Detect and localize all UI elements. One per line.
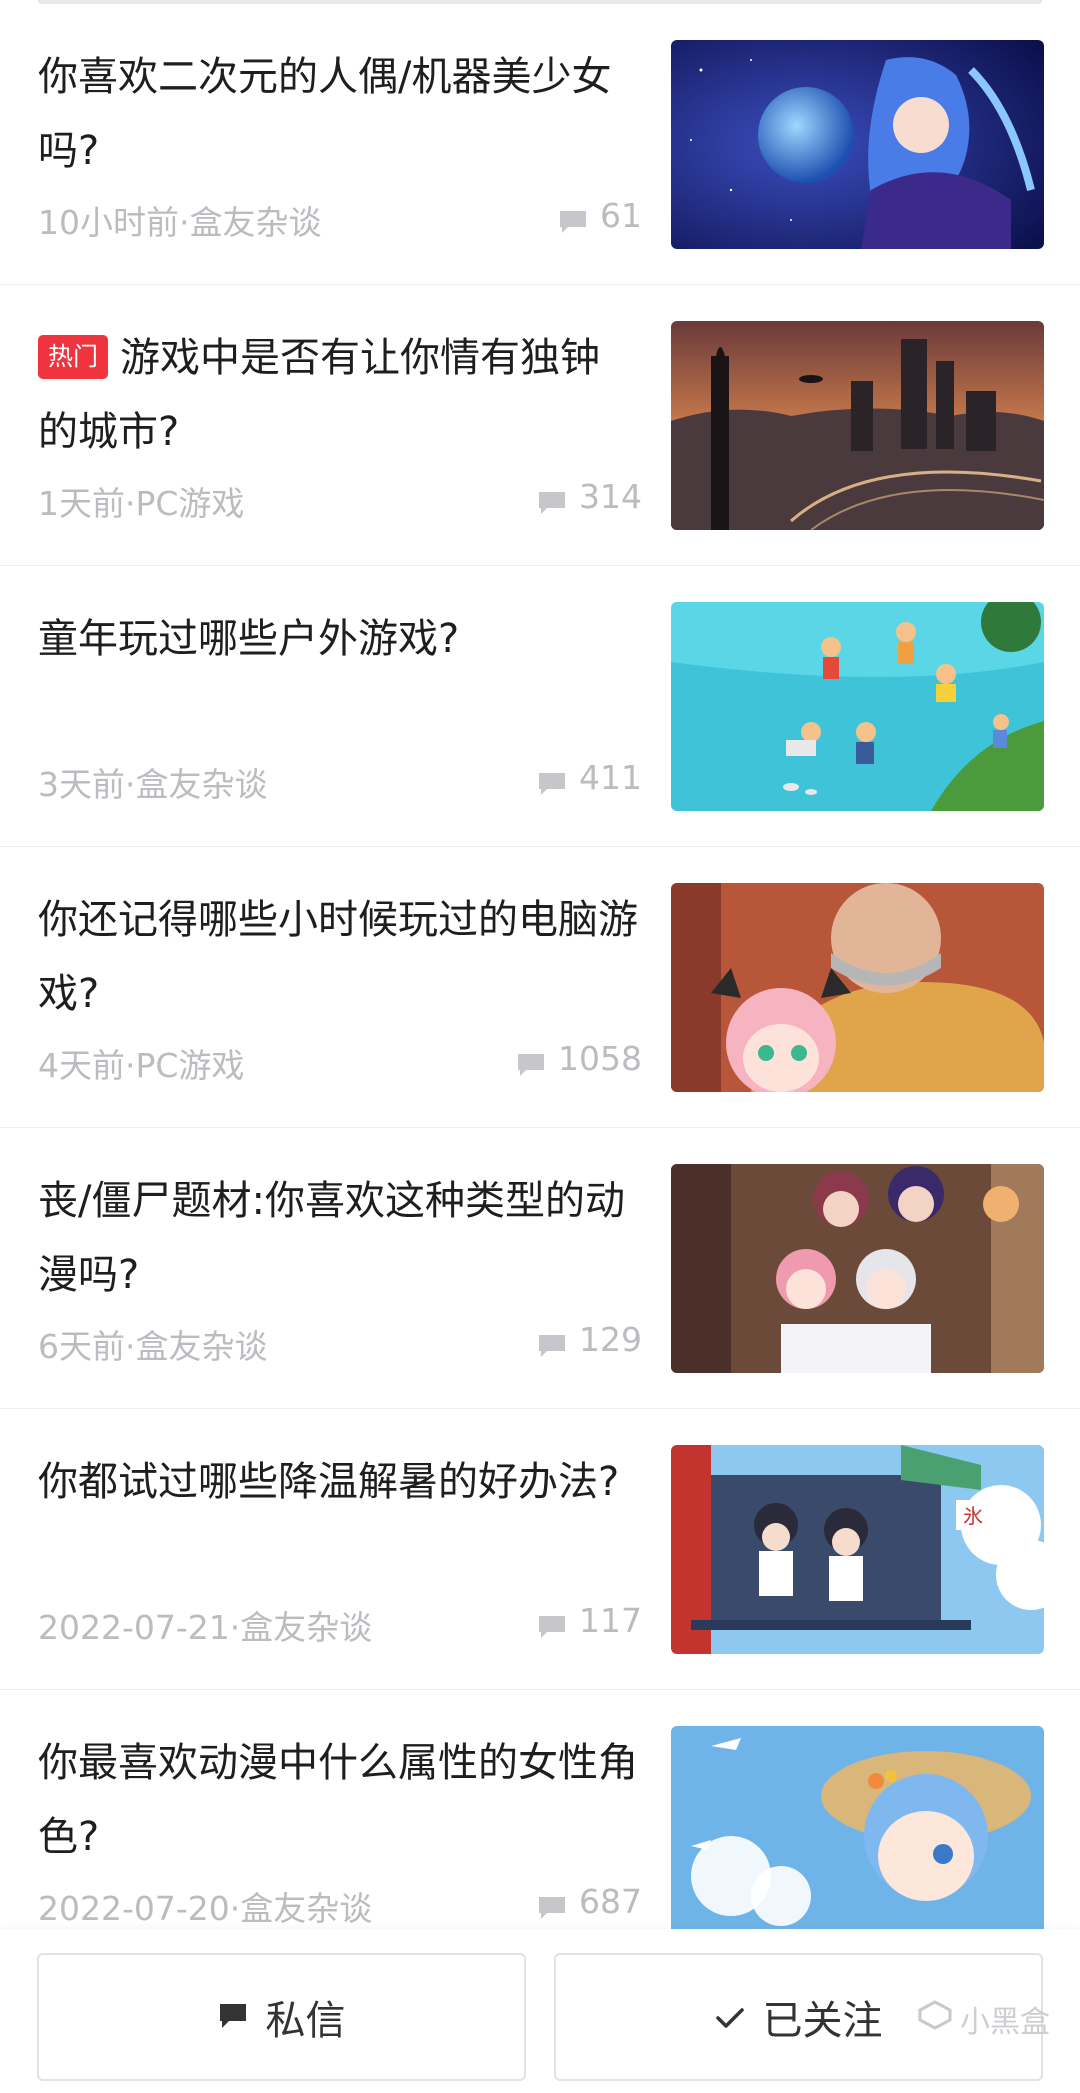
post-title[interactable]: 你最喜欢动漫中什么属性的女性角色? [38, 1726, 638, 1874]
post-meta: 10小时前·盒友杂谈 [38, 203, 322, 242]
comment-icon [537, 1890, 567, 1919]
comment-count: 411 [537, 758, 642, 797]
post-thumbnail[interactable] [671, 321, 1044, 530]
comment-icon [516, 1047, 546, 1076]
post-thumbnail[interactable] [671, 602, 1044, 811]
comment-count: 117 [537, 1601, 642, 1640]
comment-icon [537, 1328, 567, 1357]
post-meta: 3天前·盒友杂谈 [38, 765, 268, 804]
post-thumbnail[interactable]: 氷 [671, 1445, 1044, 1654]
comment-count: 687 [537, 1882, 642, 1921]
list-item[interactable]: 童年玩过哪些户外游戏? 3天前·盒友杂谈 411 [0, 566, 1080, 847]
list-item[interactable]: 热门 游戏中是否有让你情有独钟的城市? 1天前·PC游戏 314 [0, 285, 1080, 566]
hot-badge: 热门 [38, 335, 109, 379]
comment-icon [537, 766, 567, 795]
comment-icon [537, 1609, 567, 1638]
comment-count: 314 [537, 477, 642, 516]
anime-summer-icon: 氷 [671, 1445, 1044, 1654]
comment-icon [537, 485, 567, 514]
post-meta: 2022-07-20·盒友杂谈 [38, 1889, 373, 1928]
post-thumbnail[interactable] [671, 40, 1044, 249]
list-item[interactable]: 你都试过哪些降温解暑的好办法? 2022-07-21·盒友杂谈 117 氷 [0, 1409, 1080, 1690]
post-title[interactable]: 你喜欢二次元的人偶/机器美少女吗? [38, 40, 638, 188]
message-icon [218, 1994, 248, 2040]
comment-count: 1058 [516, 1039, 642, 1078]
watermark: 小黑盒 [918, 1997, 1050, 2041]
post-feed: 你喜欢二次元的人偶/机器美少女吗? 10小时前·盒友杂谈 61 热门 游戏中是否… [0, 4, 1080, 1971]
post-title[interactable]: 你还记得哪些小时候玩过的电脑游戏? [38, 883, 638, 1031]
anime-group-icon [671, 1164, 1044, 1373]
comment-count: 129 [537, 1320, 642, 1359]
post-thumbnail[interactable] [671, 1726, 1044, 1935]
post-meta: 1天前·PC游戏 [38, 484, 245, 523]
anime-girl-earth-icon [671, 40, 1044, 249]
svg-text:氷: 氷 [963, 1504, 983, 1528]
list-item[interactable]: 丧/僵尸题材:你喜欢这种类型的动漫吗? 6天前·盒友杂谈 129 [0, 1128, 1080, 1409]
logo-icon [918, 2000, 952, 2038]
post-meta: 4天前·PC游戏 [38, 1046, 245, 1085]
follow-label: 已关注 [762, 1998, 883, 2044]
post-thumbnail[interactable] [671, 883, 1044, 1092]
comment-count: 61 [558, 196, 642, 235]
post-title[interactable]: 热门 游戏中是否有让你情有独钟的城市? [38, 321, 638, 469]
comment-icon [558, 204, 588, 233]
checkmark-icon [715, 1994, 745, 2040]
message-label: 私信 [265, 1998, 346, 2044]
list-item[interactable]: 你还记得哪些小时候玩过的电脑游戏? 4天前·PC游戏 1058 [0, 847, 1080, 1128]
post-title[interactable]: 丧/僵尸题材:你喜欢这种类型的动漫吗? [38, 1164, 638, 1312]
anime-straw-hat-icon [671, 1726, 1044, 1935]
city-sunset-icon [671, 321, 1044, 530]
message-button[interactable]: 私信 [37, 1953, 526, 2081]
anime-old-man-icon [671, 883, 1044, 1092]
post-title[interactable]: 你都试过哪些降温解暑的好办法? [38, 1445, 638, 1519]
list-item[interactable]: 你喜欢二次元的人偶/机器美少女吗? 10小时前·盒友杂谈 61 [0, 4, 1080, 285]
post-meta: 6天前·盒友杂谈 [38, 1327, 268, 1366]
post-title[interactable]: 童年玩过哪些户外游戏? [38, 602, 638, 676]
post-thumbnail[interactable] [671, 1164, 1044, 1373]
kids-water-icon [671, 602, 1044, 811]
post-meta: 2022-07-21·盒友杂谈 [38, 1608, 373, 1647]
